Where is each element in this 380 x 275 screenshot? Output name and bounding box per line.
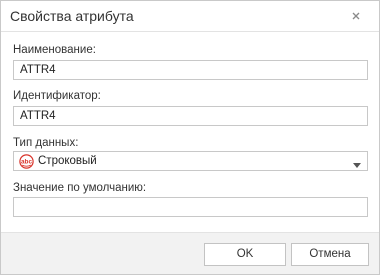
dialog-footer: OK Отмена xyxy=(1,232,379,274)
name-label: Наименование: xyxy=(13,44,96,56)
svg-text:abc: abc xyxy=(21,159,32,166)
data-type-label: Тип данных: xyxy=(13,137,79,149)
default-value-label: Значение по умолчанию: xyxy=(13,182,147,194)
dialog-title: Свойства атрибута xyxy=(10,8,134,24)
data-type-select[interactable]: abc Строковый xyxy=(13,151,368,171)
identifier-field[interactable]: ATTR4 xyxy=(13,106,368,126)
dialog-titlebar: Свойства атрибута xyxy=(1,1,379,32)
abc-string-type-icon: abc xyxy=(19,154,34,169)
data-type-value: Строковый xyxy=(38,155,97,167)
chevron-down-icon[interactable] xyxy=(353,159,361,168)
default-value-field[interactable] xyxy=(13,197,368,217)
identifier-label: Идентификатор: xyxy=(13,90,101,102)
name-field[interactable]: ATTR4 xyxy=(13,60,368,80)
ok-button[interactable]: OK xyxy=(204,243,286,266)
close-icon[interactable] xyxy=(349,9,363,23)
attribute-properties-dialog: Свойства атрибута Наименование: ATTR4 Ид… xyxy=(0,0,380,275)
cancel-button[interactable]: Отмена xyxy=(291,243,369,266)
